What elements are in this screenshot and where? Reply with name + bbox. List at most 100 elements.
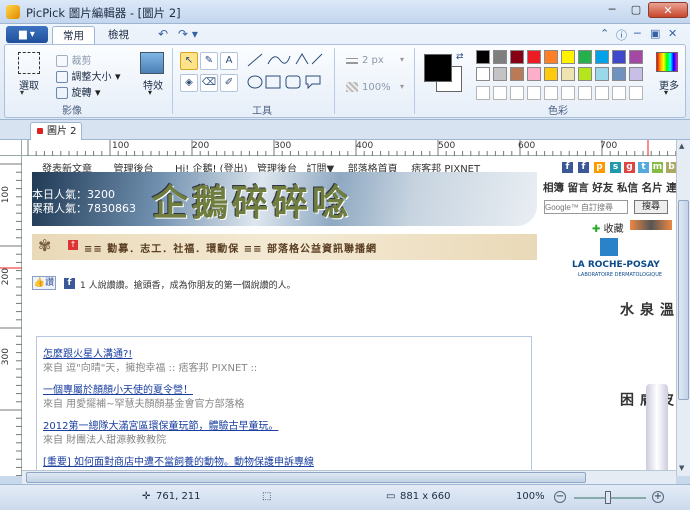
color-swatch[interactable] <box>629 67 643 81</box>
post-title[interactable]: 一個專屬於顏顏小天使的夏令營！ <box>43 381 193 396</box>
ribbon-close-icon[interactable]: ✕ <box>668 27 677 40</box>
twitter-icon[interactable]: t <box>638 162 649 173</box>
custom-color-swatch[interactable] <box>544 86 558 100</box>
undo-icon[interactable]: ↶ <box>158 27 168 41</box>
sidebar-links[interactable]: 相簿 留言 好友 私信 名片 連 <box>543 180 676 195</box>
bookmark-icon[interactable]: b <box>666 162 676 173</box>
color-swatch[interactable] <box>476 50 490 64</box>
google-icon[interactable]: g <box>624 162 635 173</box>
chevron-down-icon[interactable]: ▾ <box>400 55 404 64</box>
resize-button[interactable]: 調整大小 ▾ <box>56 68 121 83</box>
pointer-tool-icon[interactable]: ↖ <box>180 52 198 70</box>
document-tab[interactable]: 圖片 2 <box>30 122 82 140</box>
text-tool-icon[interactable]: A <box>220 52 238 70</box>
ribbon-minimize-icon[interactable]: ─ <box>634 27 641 40</box>
image-canvas[interactable]: 發表新文章 管理後台 Hi! 企鵝! (登出) 管理後台 訂閱▼ 部落格首頁 痞… <box>22 156 676 476</box>
post-title[interactable]: 2012第一總隊大滿宮區環保童玩節，體驗古早童玩。 <box>43 417 278 432</box>
ad-text[interactable]: 神奇溫泉水 <box>616 302 676 318</box>
facebook-icon[interactable]: f <box>578 162 589 173</box>
shapes-gallery[interactable] <box>244 50 326 94</box>
collect-button[interactable]: ✚ 收藏 <box>592 220 624 235</box>
scrollbar-thumb[interactable] <box>26 472 586 483</box>
eraser-tool-icon[interactable]: ⌫ <box>200 74 218 92</box>
custom-color-swatch[interactable] <box>578 86 592 100</box>
chevron-down-icon[interactable]: ▾ <box>400 82 404 91</box>
color-swatch[interactable] <box>595 50 609 64</box>
custom-color-swatch[interactable] <box>527 86 541 100</box>
up-arrow-icon[interactable]: ↑ <box>68 240 78 250</box>
more-colors-button[interactable]: 更多 <box>659 77 679 92</box>
custom-color-swatch[interactable] <box>561 86 575 100</box>
custom-color-swatch[interactable] <box>510 86 524 100</box>
custom-color-swatch[interactable] <box>476 86 490 100</box>
minimize-button[interactable]: ─ <box>600 2 624 18</box>
fill-tool-icon[interactable]: ◈ <box>180 74 198 92</box>
social-badges[interactable] <box>630 220 672 230</box>
chevron-down-icon[interactable]: ▾ <box>148 88 152 97</box>
app-icon[interactable] <box>6 5 20 19</box>
eyedropper-tool-icon[interactable]: ✐ <box>220 74 238 92</box>
select-icon[interactable] <box>18 52 40 74</box>
custom-color-swatch[interactable] <box>493 86 507 100</box>
custom-color-swatch[interactable] <box>595 86 609 100</box>
scrollbar-thumb[interactable] <box>678 200 689 400</box>
custom-color-swatch[interactable] <box>629 86 643 100</box>
custom-color-swatch[interactable] <box>612 86 626 100</box>
chevron-down-icon[interactable]: ▾ <box>664 88 668 97</box>
facebook-icon[interactable]: f <box>562 162 573 173</box>
more-colors-icon[interactable] <box>656 52 678 72</box>
post-title[interactable]: 怎麼跟火星人溝通?! <box>43 345 132 360</box>
scroll-up-icon[interactable]: ▲ <box>679 142 684 150</box>
help-icon[interactable]: ⓘ <box>616 27 627 43</box>
swap-colors-icon[interactable]: ⇄ <box>456 52 464 62</box>
color-swatch[interactable] <box>493 50 507 64</box>
file-menu-button[interactable]: ▆ ▾ <box>6 26 48 43</box>
color-swatch[interactable] <box>578 67 592 81</box>
ribbon-restore-icon[interactable]: ▣ <box>650 27 660 40</box>
close-button[interactable]: ✕ <box>648 2 688 18</box>
color-swatch[interactable] <box>595 67 609 81</box>
color-swatch[interactable] <box>629 50 643 64</box>
color-swatch[interactable] <box>527 67 541 81</box>
plurk-icon[interactable]: p <box>594 162 605 173</box>
search-button[interactable]: 搜尋 <box>634 200 668 214</box>
google-search-input[interactable] <box>544 200 628 214</box>
zoom-out-icon[interactable]: − <box>554 491 566 503</box>
scroll-down-icon[interactable]: ▼ <box>679 464 684 472</box>
color-swatch[interactable] <box>544 67 558 81</box>
line-width-value[interactable]: 2 px <box>362 55 384 66</box>
color-swatch[interactable] <box>578 50 592 64</box>
maximize-button[interactable]: ▢ <box>624 2 648 18</box>
zoom-slider-thumb[interactable] <box>605 491 611 504</box>
effects-icon[interactable] <box>140 52 164 74</box>
color-swatch[interactable] <box>561 50 575 64</box>
share-icon[interactable]: s <box>610 162 621 173</box>
color-swatch[interactable] <box>527 50 541 64</box>
redo-icon[interactable]: ↷ ▾ <box>178 27 198 41</box>
opacity-value[interactable]: 100% <box>362 82 391 93</box>
crop-button[interactable]: 裁剪 <box>56 52 92 67</box>
color-swatch[interactable] <box>612 50 626 64</box>
tab-view[interactable]: 檢視 <box>98 26 139 44</box>
color-swatch[interactable] <box>510 50 524 64</box>
color-swatch[interactable] <box>544 50 558 64</box>
like-button[interactable]: 👍讚 <box>32 276 56 290</box>
vertical-scrollbar[interactable]: ▲ ▼ <box>676 140 690 476</box>
bookmark-icon[interactable]: m <box>652 162 663 173</box>
tab-home[interactable]: 常用 <box>52 26 95 44</box>
effects-button[interactable]: 特效 <box>143 77 163 92</box>
rotate-button[interactable]: 旋轉 ▾ <box>56 84 101 99</box>
chevron-up-icon[interactable]: ⌃ <box>600 27 609 40</box>
color-swatch[interactable] <box>612 67 626 81</box>
slogan-text[interactable]: ≡≡ 勸募．志工．社福．環動保 ≡≡ 部落格公益資訊聯播網 <box>84 240 377 255</box>
pencil-tool-icon[interactable]: ✎ <box>200 52 218 70</box>
color-swatch[interactable] <box>510 67 524 81</box>
horizontal-scrollbar[interactable] <box>22 470 676 484</box>
color-swatch[interactable] <box>561 67 575 81</box>
ad-brand[interactable]: LA ROCHE-POSAY <box>572 260 660 270</box>
post-title[interactable]: [重要] 如何面對商店中遭不當飼養的動物。動物保護申訴專線 <box>43 453 314 468</box>
zoom-in-icon[interactable]: + <box>652 491 664 503</box>
color-swatch[interactable] <box>476 67 490 81</box>
chevron-down-icon[interactable]: ▾ <box>20 88 24 97</box>
color-swatch[interactable] <box>493 67 507 81</box>
